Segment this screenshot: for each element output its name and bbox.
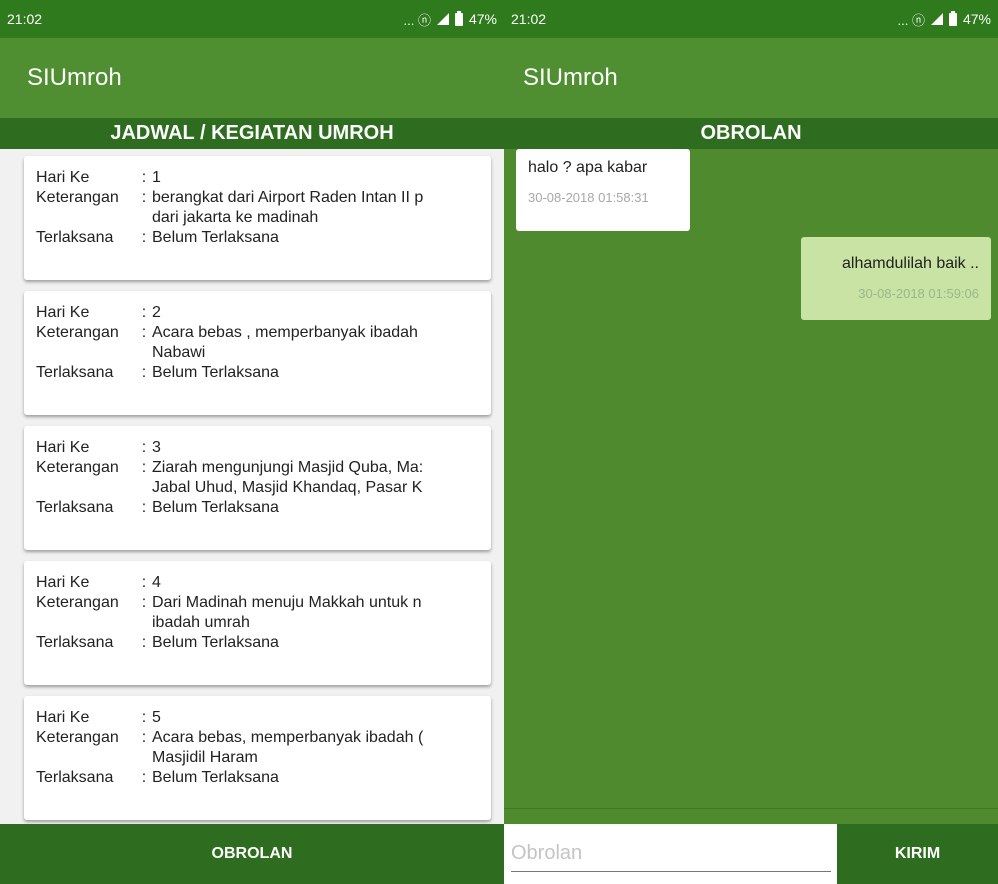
- separator: :: [141, 499, 147, 516]
- day-value: 2: [152, 304, 161, 321]
- separator: :: [141, 439, 147, 456]
- separator: :: [141, 769, 147, 786]
- separator: :: [141, 229, 147, 246]
- desc-value-cont: dari jakarta ke madinah: [152, 209, 319, 226]
- notification-icons: ... ⓝ: [897, 12, 925, 28]
- done-label: Terlaksana: [36, 769, 114, 786]
- battery-percent: 47%: [962, 11, 991, 27]
- battery-icon: [948, 10, 957, 26]
- schedule-card[interactable]: Hari Ke:4 Keterangan: Dari Madinah menuju…: [24, 561, 491, 685]
- done-label: Terlaksana: [36, 499, 114, 516]
- app-bar: SIUmroh: [0, 38, 504, 118]
- notification-icons: ... ⓝ: [403, 12, 431, 28]
- chat-screen: 21:02 ... ⓝ 47% SIUmroh OBROLAN halo ? a…: [504, 0, 998, 884]
- schedule-list[interactable]: Hari Ke:1 Keterangan: berangkat dari Airp…: [0, 149, 504, 824]
- desc-value-cont: Jabal Uhud, Masjid Khandaq, Pasar K: [152, 479, 423, 496]
- schedule-screen: 21:02 ... ⓝ 47% SIUmroh JADWAL / KEGIATA…: [0, 0, 504, 884]
- status-time: 21:02: [511, 11, 547, 27]
- desc-value: Ziarah mengunjungi Masjid Quba, Ma:: [152, 459, 424, 476]
- status-time: 21:02: [7, 11, 43, 27]
- status-bar: 21:02 ... ⓝ 47%: [0, 0, 504, 38]
- schedule-card[interactable]: Hari Ke:3 Keterangan: Ziarah mengunjungi …: [24, 426, 491, 550]
- desc-label: Keterangan: [36, 594, 119, 611]
- day-label: Hari Ke: [36, 709, 90, 726]
- status-icons: ... ⓝ 47%: [404, 10, 497, 29]
- battery-percent: 47%: [468, 11, 497, 27]
- separator: :: [141, 459, 147, 476]
- separator: :: [141, 169, 147, 186]
- day-label: Hari Ke: [36, 304, 90, 321]
- send-button[interactable]: KIRIM: [837, 824, 998, 884]
- signal-icon: [930, 13, 943, 25]
- signal-icon: [436, 13, 449, 25]
- separator: :: [141, 304, 147, 321]
- done-label: Terlaksana: [36, 364, 114, 381]
- app-title: SIUmroh: [523, 64, 618, 91]
- chat-messages[interactable]: halo ? apa kabar 30-08-2018 01:58:31 alh…: [504, 149, 998, 809]
- separator: :: [141, 709, 147, 726]
- desc-value: Acara bebas, memperbanyak ibadah (: [152, 729, 424, 746]
- app-bar: SIUmroh: [504, 38, 998, 118]
- desc-value-cont: Nabawi: [152, 344, 206, 361]
- day-value: 5: [152, 709, 161, 726]
- status-bar: 21:02 ... ⓝ 47%: [504, 0, 998, 38]
- desc-value: Acara bebas , memperbanyak ibadah: [152, 324, 418, 341]
- app-title: SIUmroh: [27, 64, 122, 91]
- message-bubble-received[interactable]: halo ? apa kabar 30-08-2018 01:58:31: [516, 149, 690, 231]
- desc-label: Keterangan: [36, 459, 119, 476]
- done-value: Belum Terlaksana: [152, 499, 279, 516]
- desc-value: berangkat dari Airport Raden Intan II p: [152, 189, 424, 206]
- separator: :: [141, 729, 147, 746]
- message-composer: KIRIM: [504, 824, 998, 884]
- separator: :: [141, 189, 147, 206]
- separator: :: [141, 574, 147, 591]
- status-icons: ... ⓝ 47%: [898, 10, 991, 29]
- done-value: Belum Terlaksana: [152, 634, 279, 651]
- done-label: Terlaksana: [36, 634, 114, 651]
- message-input[interactable]: [511, 836, 831, 872]
- message-time: 30-08-2018 01:59:06: [858, 286, 979, 301]
- desc-value-cont: Masjidil Haram: [152, 749, 258, 766]
- open-chat-button[interactable]: OBROLAN: [0, 824, 504, 884]
- message-text: alhamdulilah baik ..: [842, 255, 979, 272]
- done-value: Belum Terlaksana: [152, 229, 279, 246]
- done-value: Belum Terlaksana: [152, 769, 279, 786]
- day-value: 4: [152, 574, 161, 591]
- message-text: halo ? apa kabar: [528, 159, 648, 176]
- desc-value: Dari Madinah menuju Makkah untuk n: [152, 594, 422, 611]
- day-value: 3: [152, 439, 161, 456]
- divider: [504, 808, 998, 809]
- separator: :: [141, 364, 147, 381]
- desc-value-cont: ibadah umrah: [152, 614, 250, 631]
- day-label: Hari Ke: [36, 439, 90, 456]
- separator: :: [141, 324, 147, 341]
- section-header: JADWAL / KEGIATAN UMROH: [0, 118, 504, 149]
- desc-label: Keterangan: [36, 729, 119, 746]
- day-label: Hari Ke: [36, 169, 90, 186]
- input-area: [504, 824, 837, 884]
- desc-label: Keterangan: [36, 189, 119, 206]
- battery-icon: [454, 10, 463, 26]
- section-header: OBROLAN: [504, 118, 998, 149]
- separator: :: [141, 594, 147, 611]
- done-value: Belum Terlaksana: [152, 364, 279, 381]
- done-label: Terlaksana: [36, 229, 114, 246]
- message-time: 30-08-2018 01:58:31: [528, 190, 649, 205]
- desc-label: Keterangan: [36, 324, 119, 341]
- separator: :: [141, 634, 147, 651]
- day-value: 1: [152, 169, 161, 186]
- message-bubble-sent[interactable]: alhamdulilah baik .. 30-08-2018 01:59:06: [801, 237, 991, 320]
- day-label: Hari Ke: [36, 574, 90, 591]
- schedule-card[interactable]: Hari Ke:2 Keterangan: Acara bebas , mempe…: [24, 291, 491, 415]
- schedule-card[interactable]: Hari Ke:5 Keterangan: Acara bebas, memper…: [24, 696, 491, 820]
- schedule-card[interactable]: Hari Ke:1 Keterangan: berangkat dari Airp…: [24, 156, 491, 280]
